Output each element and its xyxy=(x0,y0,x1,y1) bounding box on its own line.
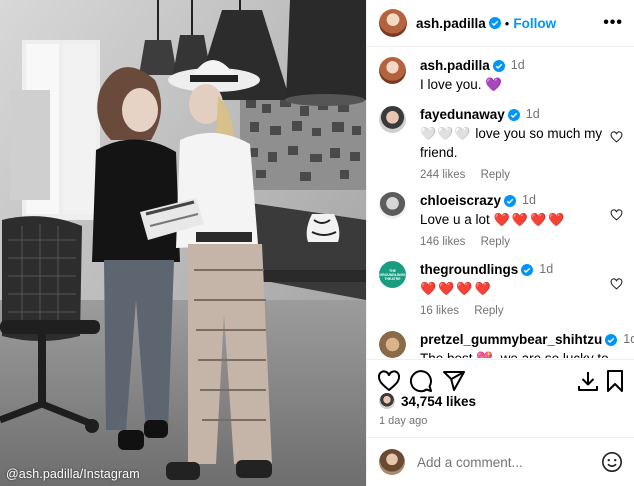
comment-time: 1d xyxy=(539,262,554,276)
heart-icon[interactable] xyxy=(377,369,401,393)
caption-username[interactable]: ash.padilla xyxy=(420,56,490,75)
download-icon[interactable] xyxy=(576,369,600,393)
action-icons xyxy=(377,369,627,395)
verified-badge-icon xyxy=(605,333,618,346)
comment-item: THE GROUNDLINGS THEATRE thegroundlings 1… xyxy=(379,260,623,321)
comment-time: 1d xyxy=(525,107,540,121)
emoji-icon[interactable] xyxy=(601,451,623,473)
more-icon[interactable]: ••• xyxy=(603,14,623,32)
comment-input[interactable] xyxy=(417,454,601,470)
comment-text: Love u a lot ❤️❤️❤️❤️ xyxy=(420,210,623,229)
commenter-avatar[interactable] xyxy=(379,331,406,358)
add-comment-bar xyxy=(367,437,634,486)
follow-button[interactable]: Follow xyxy=(513,16,556,31)
heart-icon[interactable] xyxy=(610,278,623,290)
heart-icon[interactable] xyxy=(610,131,623,143)
like-summary[interactable]: 34,754 likes xyxy=(379,393,476,409)
verified-badge-icon xyxy=(492,59,505,72)
photo-illustration xyxy=(0,0,366,486)
verified-badge-icon xyxy=(504,194,517,207)
save-icon[interactable] xyxy=(603,369,627,393)
commenter-username[interactable]: thegroundlings xyxy=(420,260,518,279)
comment-item: fayedunaway 1d 🤍🤍🤍 love you so much my f… xyxy=(379,105,623,185)
verified-badge-icon xyxy=(521,263,534,276)
commenter-username[interactable]: fayedunaway xyxy=(420,105,505,124)
post-side-panel: ash.padilla • Follow ••• ash.padilla 1d … xyxy=(366,0,634,486)
comment-meta: 146 likes Reply xyxy=(420,233,623,252)
comments-list[interactable]: ash.padilla 1d I love you. 💜 fayedunaway xyxy=(367,48,634,358)
commenter-avatar[interactable] xyxy=(379,106,406,133)
post-photo: @ash.padilla/Instagram xyxy=(0,0,366,486)
comment-likes[interactable]: 244 likes xyxy=(420,169,465,181)
commenter-avatar[interactable]: THE GROUNDLINGS THEATRE xyxy=(379,261,406,288)
comment-time: 1d xyxy=(623,332,634,346)
comment-icon[interactable] xyxy=(409,369,433,393)
comment-item: chloeiscrazy 1d Love u a lot ❤️❤️❤️❤️ 14… xyxy=(379,191,623,252)
post-header: ash.padilla • Follow ••• xyxy=(367,0,634,47)
comment-hearts: ❤️❤️❤️❤️ xyxy=(493,212,567,227)
comment-hearts: ❤️❤️❤️❤️ xyxy=(420,281,493,296)
comment-meta: 244 likes Reply xyxy=(420,166,623,185)
comment-message: Love u a lot xyxy=(420,212,490,227)
current-user-avatar xyxy=(379,449,405,475)
reply-button[interactable]: Reply xyxy=(481,236,510,248)
avatar-text: THE GROUNDLINGS THEATRE xyxy=(379,268,406,281)
heart-icon[interactable] xyxy=(610,209,623,221)
reply-button[interactable]: Reply xyxy=(481,169,510,181)
comment-text: 🤍🤍🤍 love you so much my friend. xyxy=(420,124,623,162)
comment-time: 1d xyxy=(522,193,536,207)
verified-badge-icon xyxy=(488,17,501,29)
comment-item: pretzel_gummybear_shihtzu 1d The best 💖,… xyxy=(379,330,634,358)
comment-meta: 16 likes Reply xyxy=(420,302,623,321)
post-date[interactable]: 1 day ago xyxy=(379,415,427,427)
commenter-username[interactable]: pretzel_gummybear_shihtzu xyxy=(420,330,602,349)
commenter-avatar[interactable] xyxy=(379,192,406,219)
verified-badge-icon xyxy=(507,108,520,121)
reply-button[interactable]: Reply xyxy=(474,305,503,317)
comment-likes[interactable]: 146 likes xyxy=(420,236,465,248)
comment-likes[interactable]: 16 likes xyxy=(420,305,459,317)
commenter-username[interactable]: chloeiscrazy xyxy=(420,191,501,210)
caption-avatar[interactable] xyxy=(379,57,406,84)
share-icon[interactable] xyxy=(442,369,466,393)
like-count[interactable]: 34,754 likes xyxy=(401,394,476,409)
caption-text: I love you. 💜 xyxy=(420,77,503,92)
comment-message: The best 💖, we are so lucky to xyxy=(420,349,634,358)
separator-dot: • xyxy=(504,15,510,31)
liker-avatar xyxy=(379,393,395,409)
author-avatar[interactable] xyxy=(379,9,407,37)
caption: ash.padilla 1d I love you. 💜 xyxy=(379,56,623,94)
comment-hearts: 🤍🤍🤍 xyxy=(420,126,472,141)
photo-credit: @ash.padilla/Instagram xyxy=(6,467,140,481)
caption-time: 1d xyxy=(510,58,525,72)
author-username[interactable]: ash.padilla xyxy=(416,16,486,31)
comment-text: ❤️❤️❤️❤️ xyxy=(420,279,623,298)
